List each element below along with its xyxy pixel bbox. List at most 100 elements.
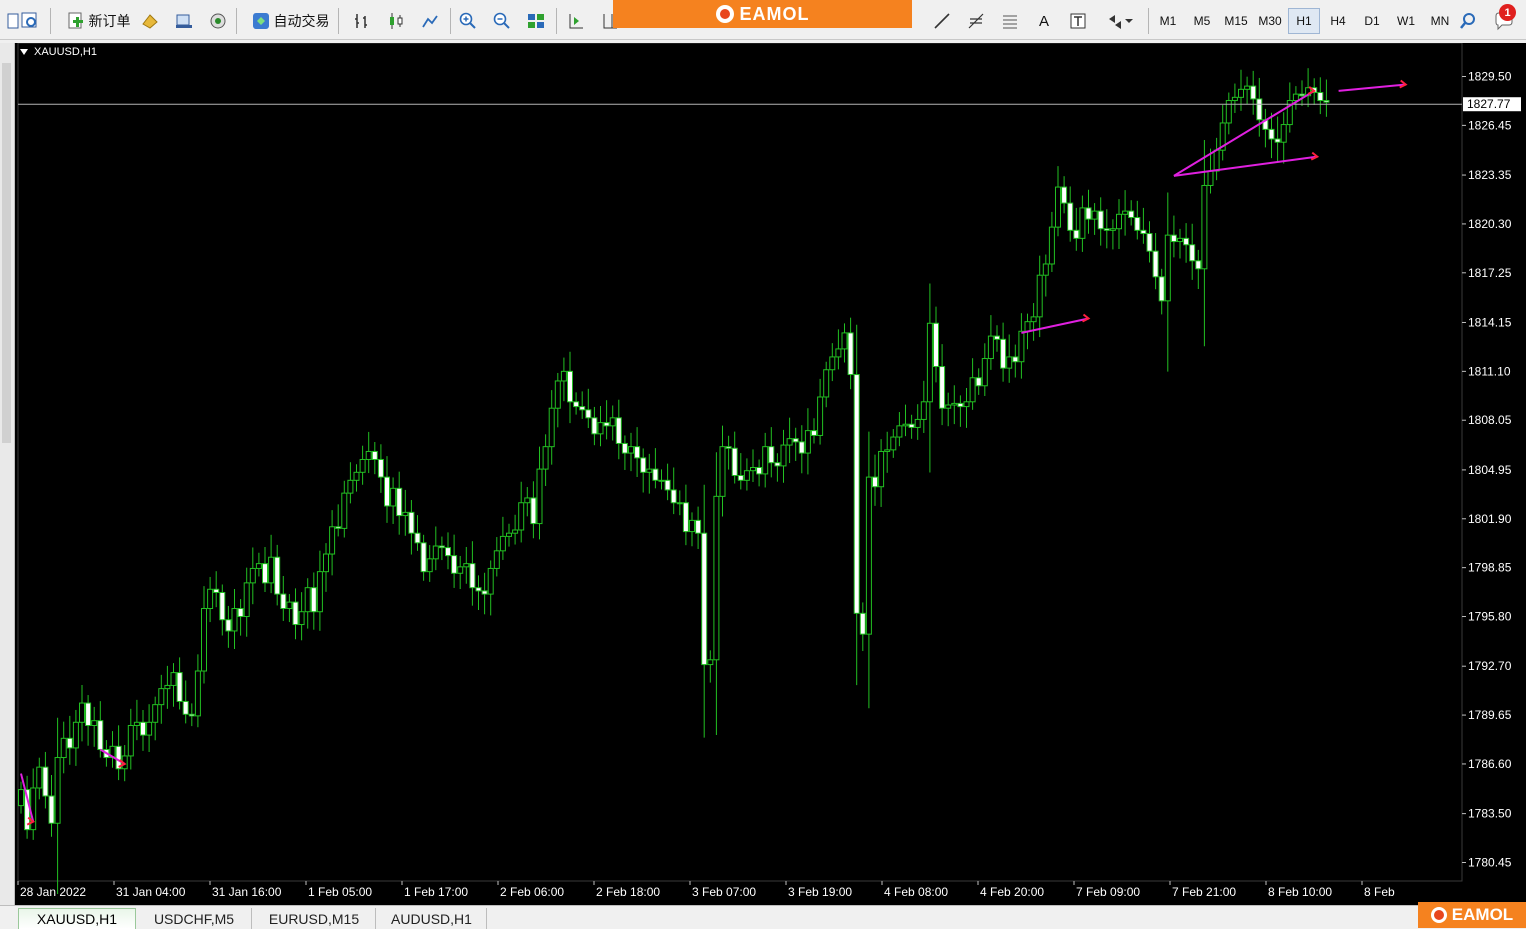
candle-body: [280, 593, 287, 610]
trendline-icon[interactable]: [928, 8, 956, 34]
trend-line: [1338, 83, 1406, 92]
candle-body: [1201, 184, 1208, 270]
search-icon[interactable]: [1454, 8, 1482, 34]
candle-body: [176, 672, 183, 702]
market-icon[interactable]: [204, 8, 232, 34]
chart-tab[interactable]: AUDUSD,H1: [377, 908, 487, 929]
price-tick-label: 1783.50: [1468, 807, 1512, 821]
timeframe-w1-button[interactable]: W1: [1390, 8, 1422, 34]
timeframe-m5-button[interactable]: M5: [1186, 8, 1218, 34]
timeframe-mn-button[interactable]: MN: [1424, 8, 1456, 34]
text-label-icon[interactable]: [1064, 8, 1092, 34]
candle-body: [255, 563, 262, 569]
candle-body: [926, 322, 933, 403]
new-order-label: 新订单: [88, 13, 131, 29]
zoom-out-icon[interactable]: [488, 8, 516, 34]
timeframe-h4-button[interactable]: H4: [1322, 8, 1354, 34]
candle-body: [524, 497, 531, 504]
candle-body: [615, 417, 622, 444]
notifications-button[interactable]: 1: [1490, 4, 1518, 34]
zoom-in-icon[interactable]: [454, 8, 482, 34]
candle-body: [908, 423, 915, 428]
candle-body: [1103, 228, 1110, 231]
signals-icon[interactable]: [170, 8, 198, 34]
chart-tab[interactable]: USDCHF,M5: [137, 908, 252, 929]
eamol-watermark: EAMOL: [1418, 902, 1526, 928]
candle-body: [573, 401, 580, 408]
candle-body: [1073, 229, 1080, 239]
chart-tab[interactable]: XAUUSD,H1: [18, 908, 136, 929]
tile-windows-icon[interactable]: [522, 8, 550, 34]
price-tick-label: 1792.70: [1468, 659, 1512, 673]
candle-body: [743, 470, 750, 481]
auto-trading-button[interactable]: 自动交易: [240, 8, 340, 34]
bar-chart-icon[interactable]: [348, 8, 376, 34]
chevron-down-icon: [1125, 19, 1133, 23]
candle-body: [48, 795, 55, 824]
line-chart-icon[interactable]: [416, 8, 444, 34]
scrollbar[interactable]: [2, 63, 11, 443]
candle-body: [859, 612, 866, 635]
candle-body: [1024, 321, 1031, 332]
candle-body: [1170, 234, 1177, 243]
candle-body: [481, 590, 488, 595]
time-tick-label: 4 Feb 20:00: [980, 885, 1044, 899]
candle-body: [1231, 96, 1238, 102]
candle-body: [72, 721, 79, 749]
chart-tabs: XAUUSD,H1 USDCHF,M5 EURUSD,M15 AUDUSD,H1: [0, 905, 1526, 929]
chart-tab[interactable]: EURUSD,M15: [253, 908, 376, 929]
fibonacci-icon[interactable]: [962, 8, 990, 34]
time-tick-label: 8 Feb: [1364, 885, 1395, 899]
candle-body: [536, 468, 543, 525]
auto-scroll-icon[interactable]: [562, 8, 590, 34]
text-tool-button[interactable]: A: [1030, 8, 1058, 34]
metaeditor-icon[interactable]: [136, 8, 164, 34]
watermark-brand: EAMOL: [1451, 905, 1514, 924]
chart-window[interactable]: 1829.50 1826.45 1823.35 1820.30 1817.25 1814.…: [15, 43, 1526, 905]
candle-body: [1177, 237, 1183, 243]
timeframe-m1-button[interactable]: M1: [1152, 8, 1184, 34]
candle-body: [310, 587, 317, 613]
timeframe-m30-button[interactable]: M30: [1254, 8, 1286, 34]
candle-body: [902, 423, 909, 427]
candle-body: [445, 547, 451, 557]
candle-body: [1183, 237, 1190, 246]
candle-body: [750, 466, 756, 472]
candle-body: [664, 479, 671, 491]
timeframe-h1-button[interactable]: H1: [1288, 8, 1320, 34]
candle-body: [719, 446, 726, 497]
time-tick-label: 31 Jan 04:00: [116, 885, 186, 899]
candle-body: [567, 370, 573, 403]
arrows-dropdown[interactable]: [1098, 8, 1140, 34]
candle-body: [438, 545, 445, 549]
trend-line: [1173, 90, 1315, 177]
candle-body: [1164, 234, 1171, 302]
candle-body: [54, 757, 61, 824]
eamol-watermark-logo-icon: [1430, 907, 1447, 923]
chart-symbol-title[interactable]: XAUUSD,H1: [20, 46, 97, 58]
candle-body: [1067, 202, 1074, 231]
candle-body: [432, 545, 439, 560]
time-tick-label: 7 Feb 09:00: [1076, 885, 1140, 899]
candlestick-icon[interactable]: [382, 8, 410, 34]
new-order-button[interactable]: 新订单: [56, 8, 140, 34]
template-icon[interactable]: [16, 8, 44, 34]
candle-body: [762, 446, 769, 475]
candle-body: [640, 457, 647, 473]
price-tick-label: 1795.80: [1468, 610, 1512, 624]
price-tick-label: 1786.60: [1468, 757, 1512, 771]
candle-body: [85, 702, 92, 726]
candle-body: [365, 450, 372, 460]
timeframe-m15-button[interactable]: M15: [1220, 8, 1252, 34]
price-chart[interactable]: 1829.50 1826.45 1823.35 1820.30 1817.25 1814.…: [15, 43, 1526, 905]
candle-body: [341, 492, 348, 529]
channel-icon[interactable]: [996, 8, 1024, 34]
timeframe-d1-button[interactable]: D1: [1356, 8, 1388, 34]
candle-body: [798, 441, 805, 454]
candle-body: [835, 348, 842, 358]
candle-body: [1158, 276, 1165, 302]
candle-body: [249, 567, 256, 584]
candle-body: [1097, 210, 1104, 230]
candle-body: [164, 684, 171, 690]
candle-body: [969, 377, 976, 403]
